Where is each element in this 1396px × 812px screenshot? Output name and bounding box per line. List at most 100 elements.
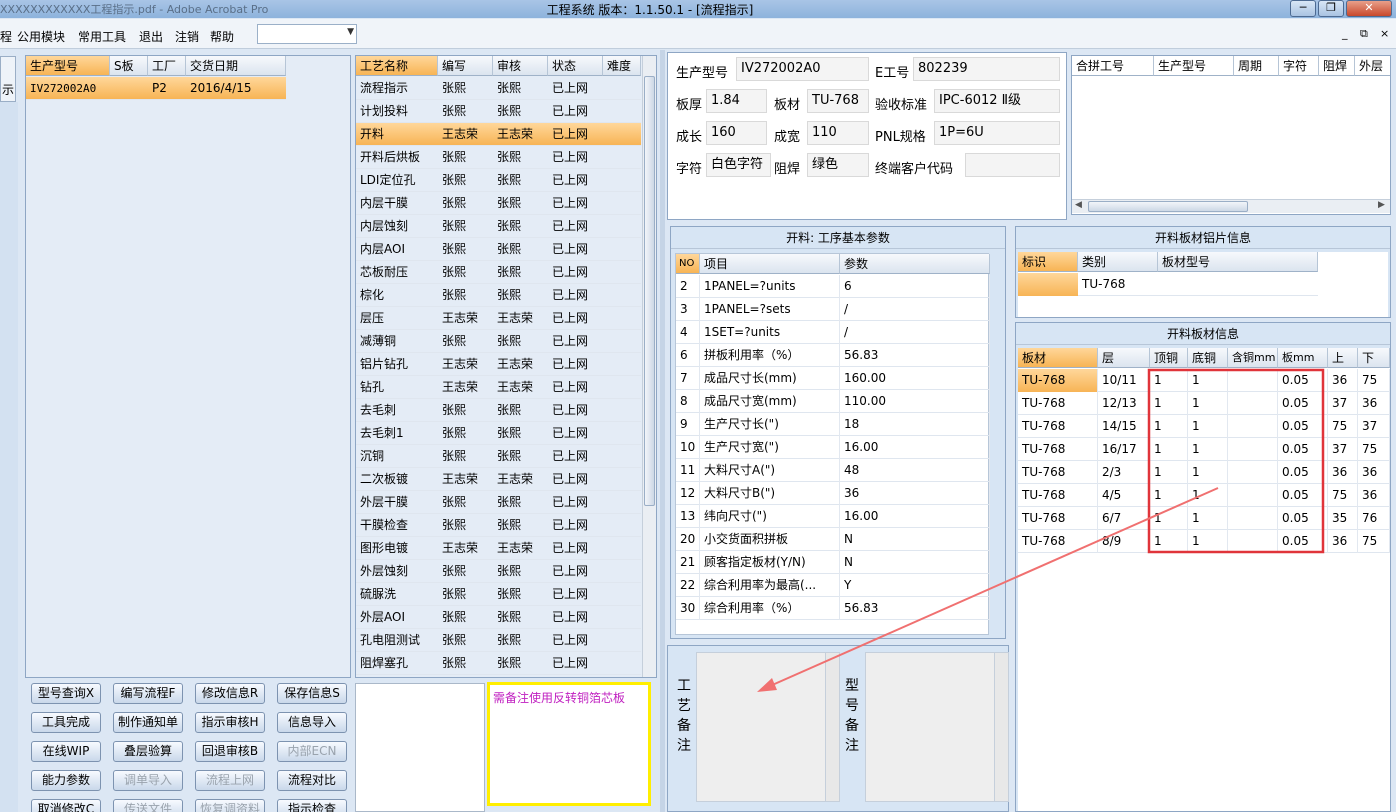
col-header-difficulty[interactable]: 难度 bbox=[603, 56, 641, 76]
col-header-cu-thick[interactable]: 含铜mm bbox=[1228, 348, 1278, 368]
process-remark-input[interactable] bbox=[696, 652, 840, 802]
col-header-process-name[interactable]: 工艺名称 bbox=[356, 56, 438, 76]
action-button[interactable]: 叠层验算 bbox=[113, 741, 183, 762]
table-row[interactable]: 减薄铜 张熙 张熙 已上网 bbox=[356, 330, 641, 353]
table-row[interactable]: 3 1PANEL=?sets / bbox=[676, 298, 990, 321]
table-row[interactable]: 21 顾客指定板材(Y/N) N bbox=[676, 551, 990, 574]
table-row[interactable]: 10 生产尺寸宽(") 16.00 bbox=[676, 436, 990, 459]
menu-item-logout[interactable]: 注销 bbox=[175, 28, 199, 45]
col-header-factory[interactable]: 工厂 bbox=[148, 56, 186, 76]
table-row[interactable]: 钻孔 王志荣 王志荣 已上网 bbox=[356, 376, 641, 399]
action-button[interactable]: 流程对比 bbox=[277, 770, 347, 791]
action-button[interactable]: 指示检查 bbox=[277, 799, 347, 812]
table-row[interactable]: 13 纬向尺寸(") 16.00 bbox=[676, 505, 990, 528]
table-row[interactable]: TU-768 14/15 1 1 0.05 75 37 bbox=[1018, 415, 1390, 438]
table-row[interactable]: TU-768 6/7 1 1 0.05 35 76 bbox=[1018, 507, 1390, 530]
process-scrollbar[interactable] bbox=[642, 56, 656, 677]
field-model[interactable]: IV272002A0 bbox=[736, 57, 869, 81]
table-row[interactable]: 4 1SET=?units / bbox=[676, 321, 990, 344]
table-row[interactable]: 8 成品尺寸宽(mm) 110.00 bbox=[676, 390, 990, 413]
table-row[interactable]: TU-768 8/9 1 1 0.05 36 75 bbox=[1018, 530, 1390, 553]
col-header-outer[interactable]: 外层 bbox=[1355, 56, 1390, 76]
table-row[interactable]: 孔电阻测试 张熙 张熙 已上网 bbox=[356, 629, 641, 652]
field-thickness[interactable]: 1.84 bbox=[706, 89, 767, 113]
table-row[interactable]: 开料后烘板 张熙 张熙 已上网 bbox=[356, 146, 641, 169]
table-row[interactable]: TU-768 10/11 1 1 0.05 36 75 bbox=[1018, 369, 1390, 392]
table-row[interactable]: 干膜检查 张熙 张熙 已上网 bbox=[356, 514, 641, 537]
field-material[interactable]: TU-768 bbox=[807, 89, 869, 113]
table-row[interactable]: 内层干膜 张熙 张熙 已上网 bbox=[356, 192, 641, 215]
col-header-mask[interactable]: 阻焊 bbox=[1319, 56, 1355, 76]
menu-item-public-module[interactable]: 公用模块 bbox=[17, 28, 65, 45]
menu-item-exit[interactable]: 退出 bbox=[139, 28, 163, 45]
remark-scrollbar[interactable] bbox=[994, 653, 1008, 801]
splitter[interactable] bbox=[660, 50, 665, 812]
action-button[interactable]: 修改信息R bbox=[195, 683, 265, 704]
col-header-tag[interactable]: 标识 bbox=[1018, 252, 1078, 272]
table-row[interactable]: TU-768 16/17 1 1 0.05 37 75 bbox=[1018, 438, 1390, 461]
action-button[interactable]: 型号查询X bbox=[31, 683, 101, 704]
table-row[interactable]: 内层蚀刻 张熙 张熙 已上网 bbox=[356, 215, 641, 238]
table-row[interactable]: 去毛刺 张熙 张熙 已上网 bbox=[356, 399, 641, 422]
action-button[interactable]: 工具完成 bbox=[31, 712, 101, 733]
field-char[interactable]: 白色字符 bbox=[706, 153, 771, 177]
action-button[interactable]: 编写流程F bbox=[113, 683, 183, 704]
close-button[interactable]: ✕ bbox=[1346, 0, 1392, 17]
col-header-no[interactable]: NO bbox=[676, 254, 700, 274]
action-button[interactable]: 取消修改C bbox=[31, 799, 101, 812]
mdi-close-button[interactable]: × bbox=[1380, 27, 1389, 40]
table-row[interactable]: 外层蚀刻 张熙 张熙 已上网 bbox=[356, 560, 641, 583]
table-row[interactable]: 外层干膜 张熙 张熙 已上网 bbox=[356, 491, 641, 514]
table-row[interactable]: 20 小交货面积拼板 N bbox=[676, 528, 990, 551]
table-row[interactable]: TU-768 12/13 1 1 0.05 37 36 bbox=[1018, 392, 1390, 415]
table-row[interactable]: 外层AOI 张熙 张熙 已上网 bbox=[356, 606, 641, 629]
minimize-button[interactable]: ─ bbox=[1290, 0, 1316, 17]
table-row[interactable]: TU-768 bbox=[1018, 273, 1318, 296]
table-row[interactable]: 阻焊塞孔 张熙 张熙 已上网 bbox=[356, 652, 641, 675]
side-tab[interactable]: 示 bbox=[0, 56, 16, 102]
col-header-date[interactable]: 交货日期 bbox=[186, 56, 286, 76]
col-header-char[interactable]: 字符 bbox=[1279, 56, 1319, 76]
col-header-s[interactable]: S板 bbox=[110, 56, 148, 76]
col-header-writer[interactable]: 编写 bbox=[438, 56, 493, 76]
action-button[interactable]: 内部ECN bbox=[277, 741, 347, 762]
menu-item-tools[interactable]: 常用工具 bbox=[78, 28, 126, 45]
table-row[interactable]: 硫脲洗 张熙 张熙 已上网 bbox=[356, 583, 641, 606]
table-row[interactable]: 沉铜 张熙 张熙 已上网 bbox=[356, 445, 641, 468]
mdi-restore-button[interactable]: ⧉ bbox=[1360, 27, 1368, 41]
table-row[interactable]: IV272002A0 P2 2016/4/15 bbox=[26, 77, 286, 100]
col-header-mat[interactable]: 板材 bbox=[1018, 348, 1098, 368]
table-row[interactable]: LDI定位孔 张熙 张熙 已上网 bbox=[356, 169, 641, 192]
scrollbar-thumb[interactable] bbox=[644, 76, 655, 506]
col-header-cycle[interactable]: 周期 bbox=[1234, 56, 1279, 76]
col-header-merge-model[interactable]: 生产型号 bbox=[1154, 56, 1234, 76]
action-button[interactable]: 流程上网 bbox=[195, 770, 265, 791]
table-row[interactable]: 铝片钻孔 王志荣 王志荣 已上网 bbox=[356, 353, 641, 376]
col-header-bottom-cu[interactable]: 底铜 bbox=[1188, 348, 1228, 368]
table-row[interactable]: 流程指示 张熙 张熙 已上网 bbox=[356, 77, 641, 100]
table-row[interactable]: 内层AOI 张熙 张熙 已上网 bbox=[356, 238, 641, 261]
col-header-layer[interactable]: 层 bbox=[1098, 348, 1150, 368]
col-header-param[interactable]: 参数 bbox=[840, 254, 990, 274]
table-row[interactable]: TU-768 4/5 1 1 0.05 75 36 bbox=[1018, 484, 1390, 507]
table-row[interactable]: 层压 王志荣 王志荣 已上网 bbox=[356, 307, 641, 330]
field-pnl[interactable]: 1P=6U bbox=[934, 121, 1060, 145]
menu-combo-box[interactable]: ▼ bbox=[257, 24, 357, 44]
table-row[interactable]: 去毛刺1 张熙 张熙 已上网 bbox=[356, 422, 641, 445]
table-row[interactable]: 6 拼板利用率（%） 56.83 bbox=[676, 344, 990, 367]
action-button[interactable]: 恢复调资料 bbox=[195, 799, 265, 812]
table-row[interactable]: 开料 王志荣 王志荣 已上网 bbox=[356, 123, 641, 146]
arrow-left-icon[interactable]: ◀ bbox=[1075, 200, 1082, 210]
table-row[interactable]: 计划投料 张熙 张熙 已上网 bbox=[356, 100, 641, 123]
col-header-status[interactable]: 状态 bbox=[548, 56, 603, 76]
table-row[interactable]: 11 大料尺寸A(") 48 bbox=[676, 459, 990, 482]
table-row[interactable]: 二次板镀 王志荣 王志荣 已上网 bbox=[356, 468, 641, 491]
action-button[interactable]: 指示审核H bbox=[195, 712, 265, 733]
table-row[interactable]: 7 成品尺寸长(mm) 160.00 bbox=[676, 367, 990, 390]
action-button[interactable]: 调单导入 bbox=[113, 770, 183, 791]
table-row[interactable]: 棕化 张熙 张熙 已上网 bbox=[356, 284, 641, 307]
remark-scrollbar[interactable] bbox=[825, 653, 839, 801]
col-header-top-cu[interactable]: 顶铜 bbox=[1150, 348, 1188, 368]
table-row[interactable]: 12 大料尺寸B(") 36 bbox=[676, 482, 990, 505]
col-header-up[interactable]: 上 bbox=[1328, 348, 1358, 368]
